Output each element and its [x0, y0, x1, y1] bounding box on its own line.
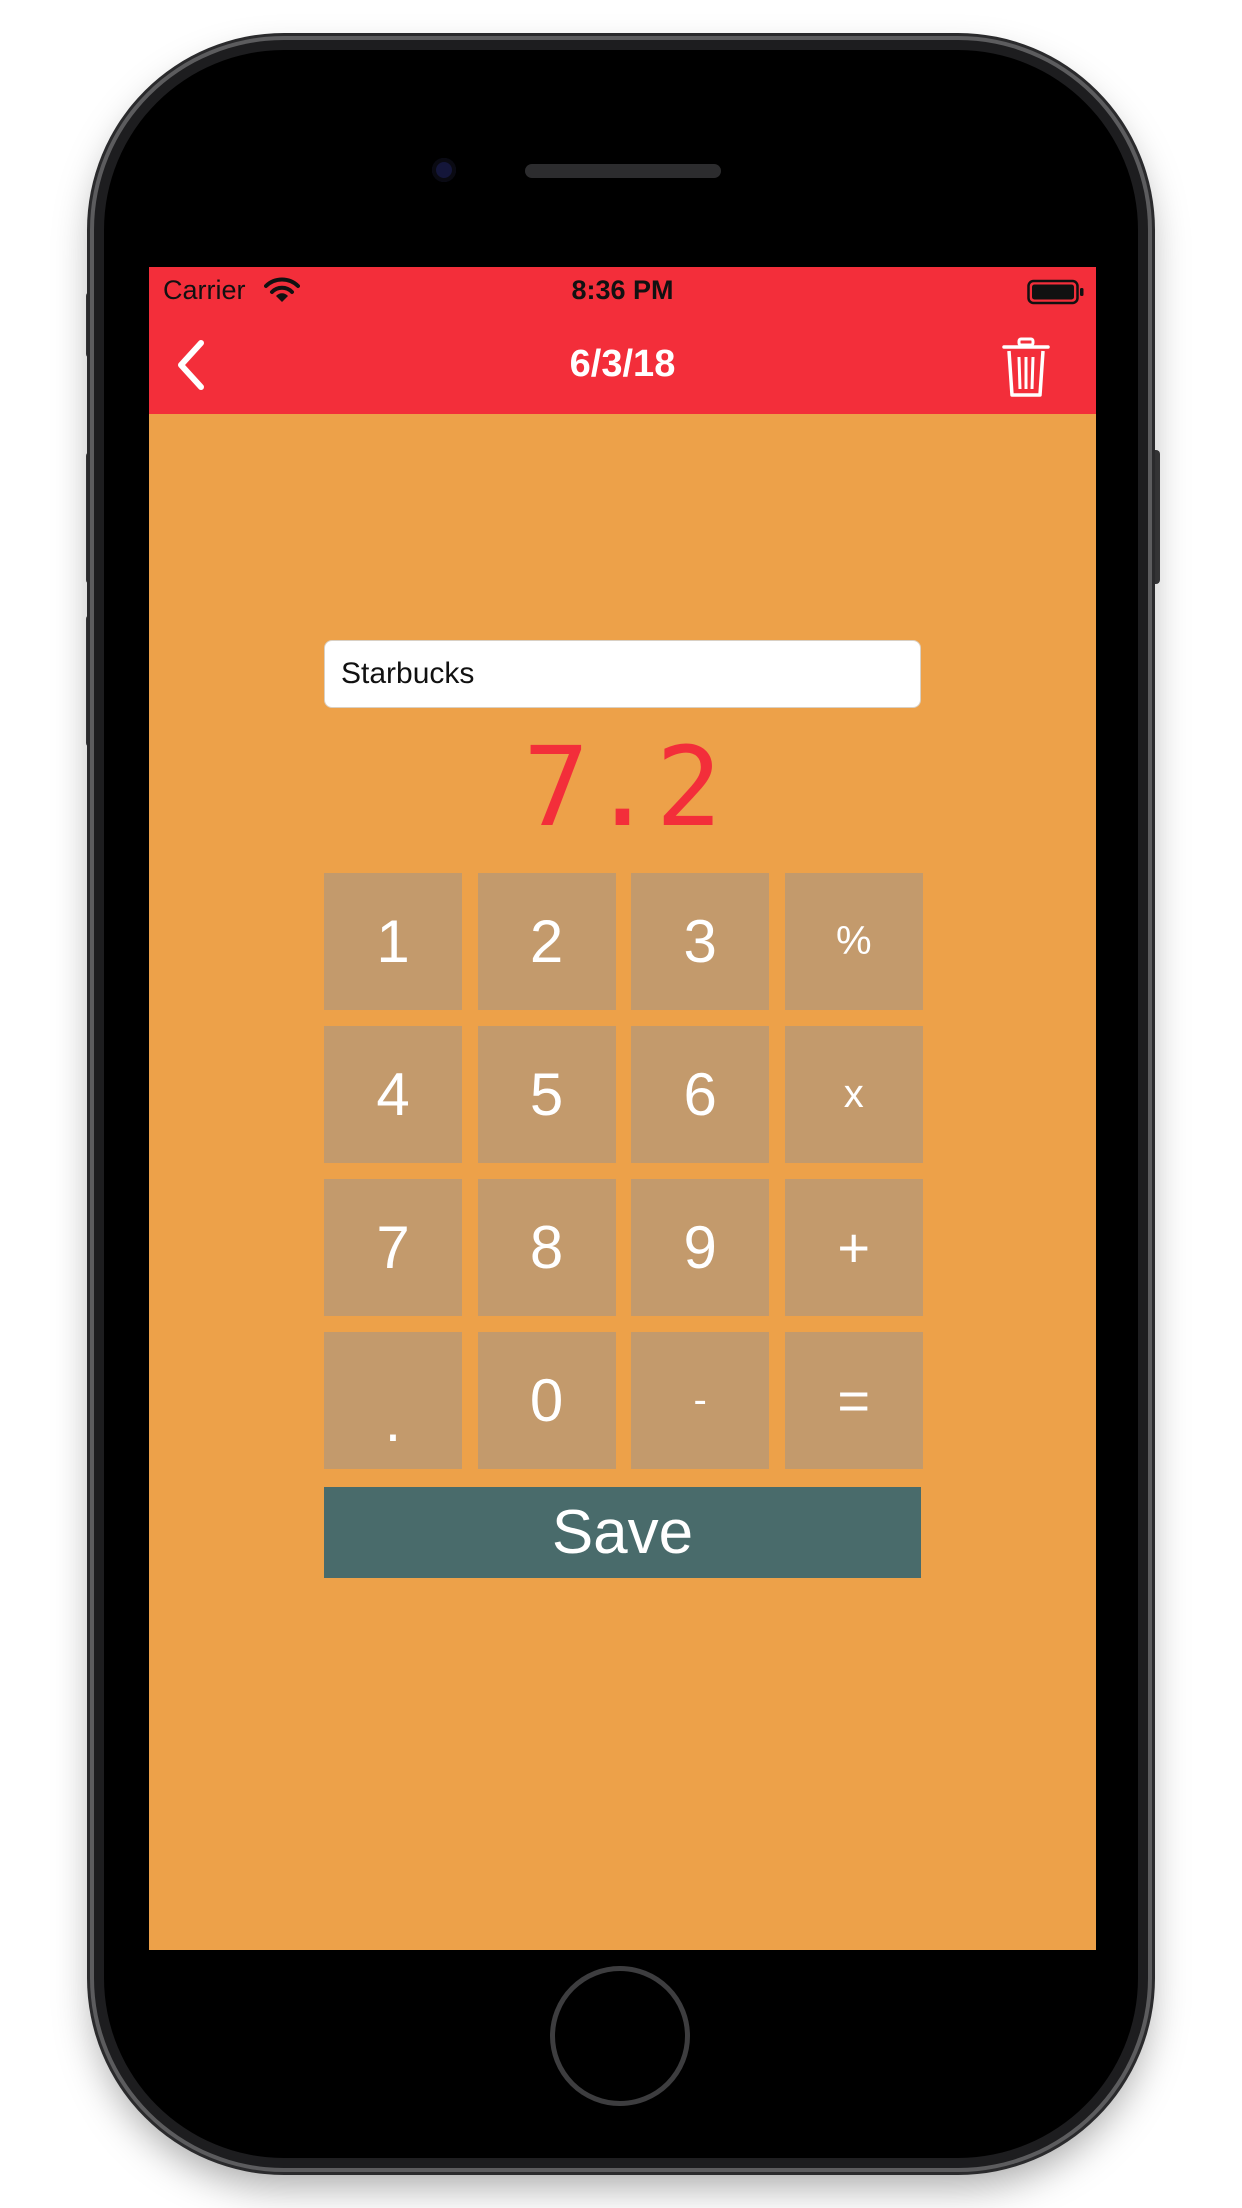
- battery-icon: [1027, 279, 1084, 305]
- key-1[interactable]: 1: [324, 873, 462, 1010]
- page-title: 6/3/18: [569, 343, 676, 385]
- key-7[interactable]: 7: [324, 1179, 462, 1316]
- front-camera: [432, 158, 456, 182]
- navigation-bar: 6/3/18: [149, 315, 1096, 414]
- key-minus[interactable]: -: [631, 1332, 770, 1469]
- key-plus[interactable]: +: [784, 1179, 923, 1316]
- power-button: [1148, 450, 1160, 584]
- device-mockup: Carrier 8:36 PM 6/3/18 Starbucks 7.2 1 2…: [0, 0, 1242, 2208]
- key-equals[interactable]: =: [784, 1332, 923, 1469]
- key-5[interactable]: 5: [477, 1026, 616, 1163]
- trash-icon[interactable]: [1001, 337, 1051, 399]
- amount-display: 7.2: [523, 723, 722, 851]
- key-percent[interactable]: %: [784, 873, 923, 1010]
- key-2[interactable]: 2: [477, 873, 616, 1010]
- key-decimal[interactable]: .: [324, 1332, 462, 1469]
- key-3[interactable]: 3: [631, 873, 770, 1010]
- app-screen: Carrier 8:36 PM 6/3/18 Starbucks 7.2 1 2…: [149, 267, 1096, 1950]
- expense-name-field[interactable]: [324, 640, 921, 708]
- keypad: 1 2 3 % 4 5 6 x 7 8 9 + . 0 - =: [324, 873, 923, 1469]
- key-6[interactable]: 6: [631, 1026, 770, 1163]
- key-8[interactable]: 8: [477, 1179, 616, 1316]
- key-0[interactable]: 0: [477, 1332, 616, 1469]
- status-time: 8:36 PM: [571, 275, 674, 305]
- earpiece-speaker: [525, 164, 721, 178]
- key-4[interactable]: 4: [324, 1026, 462, 1163]
- status-bar: Carrier 8:36 PM: [149, 267, 1096, 315]
- key-9[interactable]: 9: [631, 1179, 770, 1316]
- save-button[interactable]: Save: [324, 1487, 921, 1578]
- key-multiply[interactable]: x: [784, 1026, 923, 1163]
- home-button[interactable]: [550, 1966, 690, 2106]
